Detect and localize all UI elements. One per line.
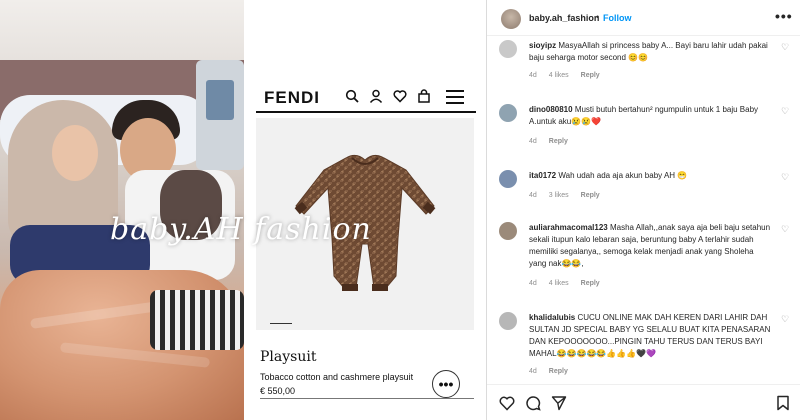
comment-username[interactable]: dino080810 bbox=[529, 105, 573, 114]
comment-age: 4d bbox=[529, 280, 537, 287]
comment-text: khalidalubis CUCU ONLINE MAK DAH KEREN D… bbox=[529, 312, 773, 360]
comment-avatar[interactable] bbox=[499, 312, 517, 330]
comment-username[interactable]: khalidalubis bbox=[529, 313, 575, 322]
comment-age: 4d bbox=[529, 368, 537, 375]
share-icon[interactable] bbox=[551, 395, 567, 411]
product-price: € 550,00 bbox=[260, 386, 296, 396]
comment-body: MasyaAllah si princess baby A... Bayi ba… bbox=[529, 41, 768, 62]
reply-button[interactable]: Reply bbox=[581, 280, 600, 287]
search-icon[interactable] bbox=[344, 88, 360, 104]
user-icon[interactable] bbox=[368, 88, 384, 104]
more-options-button[interactable]: ••• bbox=[432, 370, 460, 398]
post-action-bar bbox=[487, 384, 800, 420]
comment-avatar[interactable] bbox=[499, 104, 517, 122]
comment-meta: 4d Reply bbox=[529, 138, 568, 145]
post-header: baby.ah_fashion • Follow ••• bbox=[487, 0, 800, 36]
comment-likes[interactable]: 4 likes bbox=[549, 280, 569, 287]
bookmark-icon[interactable] bbox=[775, 395, 791, 411]
comment-meta: 4d 3 likes Reply bbox=[529, 192, 600, 199]
post-username[interactable]: baby.ah_fashion bbox=[529, 13, 599, 23]
comment-username[interactable]: ita0172 bbox=[529, 171, 556, 180]
heart-icon[interactable] bbox=[392, 88, 408, 104]
reply-button[interactable]: Reply bbox=[581, 192, 600, 199]
comment-avatar[interactable] bbox=[499, 40, 517, 58]
product-nav-icons bbox=[344, 88, 432, 104]
comment-text: ita0172 Wah udah ada aja akun baby AH 😁 bbox=[529, 170, 773, 182]
heart-icon[interactable]: ♡ bbox=[781, 314, 789, 325]
comment-username[interactable]: auliarahmacomal123 bbox=[529, 223, 608, 232]
reply-button[interactable]: Reply bbox=[549, 368, 568, 375]
comment-text: sioyipz MasyaAllah si princess baby A...… bbox=[529, 40, 773, 64]
comment-meta: 4d 4 likes Reply bbox=[529, 280, 600, 287]
comment-meta: 4d 4 likes Reply bbox=[529, 72, 600, 79]
comment-username[interactable]: sioyipz bbox=[529, 41, 556, 50]
header-separator: • bbox=[596, 12, 600, 22]
comment-age: 4d bbox=[529, 72, 537, 79]
product-name: Playsuit bbox=[260, 349, 317, 365]
product-page-blank-top bbox=[244, 0, 486, 85]
more-options-icon[interactable]: ••• bbox=[775, 8, 793, 24]
reply-button[interactable]: Reply bbox=[581, 72, 600, 79]
avatar[interactable] bbox=[501, 9, 521, 29]
comment-text: auliarahmacomal123 Masha Allah,,anak say… bbox=[529, 222, 773, 270]
price-divider bbox=[260, 398, 474, 399]
heart-icon[interactable] bbox=[499, 395, 515, 411]
watermark-text: baby.AH fashion bbox=[110, 212, 372, 247]
heart-icon[interactable]: ♡ bbox=[781, 224, 789, 235]
comment-avatar[interactable] bbox=[499, 222, 517, 240]
heart-icon[interactable]: ♡ bbox=[781, 172, 789, 183]
post-comments-panel: baby.ah_fashion • Follow ••• sioyipz Mas… bbox=[486, 0, 800, 420]
product-description: Tobacco cotton and cashmere playsuit bbox=[260, 372, 414, 382]
heart-icon[interactable]: ♡ bbox=[781, 42, 789, 53]
header-divider bbox=[256, 111, 476, 113]
reply-button[interactable]: Reply bbox=[549, 138, 568, 145]
comment-age: 4d bbox=[529, 138, 537, 145]
heart-icon[interactable]: ♡ bbox=[781, 106, 789, 117]
follow-button[interactable]: Follow bbox=[603, 13, 632, 23]
menu-icon[interactable] bbox=[446, 90, 464, 104]
carousel-indicator bbox=[270, 323, 292, 324]
comment-body: Wah udah ada aja akun baby AH 😁 bbox=[558, 171, 688, 180]
watermark-host: baby.AH fashion bbox=[0, 0, 371, 420]
comment-text: dino080810 Musti butuh bertahun² ngumpul… bbox=[529, 104, 773, 128]
comment-likes[interactable]: 4 likes bbox=[549, 72, 569, 79]
comment-age: 4d bbox=[529, 192, 537, 199]
comment-avatar[interactable] bbox=[499, 170, 517, 188]
comment-meta: 4d Reply bbox=[529, 368, 568, 375]
comment-icon[interactable] bbox=[525, 395, 541, 411]
brand-logo: FENDI bbox=[264, 88, 320, 107]
comment-likes[interactable]: 3 likes bbox=[549, 192, 569, 199]
bag-icon[interactable] bbox=[416, 88, 432, 104]
product-page-screenshot: FENDI Playsuit Tobacco cotton and cashme… bbox=[244, 0, 486, 420]
